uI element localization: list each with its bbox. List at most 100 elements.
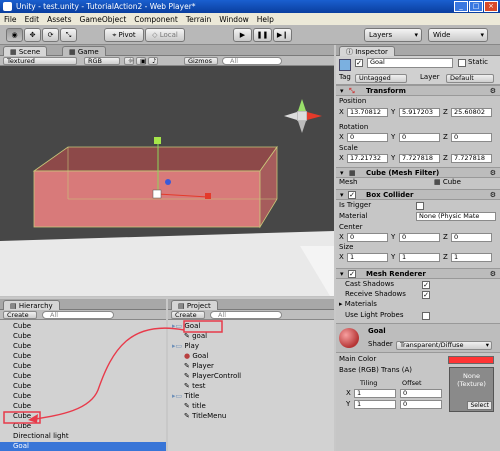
- tab-game[interactable]: ▦ Game: [62, 46, 106, 56]
- menu-terrain[interactable]: Terrain: [182, 15, 215, 24]
- play-button[interactable]: ▶: [233, 28, 252, 42]
- tiling-x-field[interactable]: 1: [354, 389, 396, 398]
- offset-x-field[interactable]: 0: [400, 389, 442, 398]
- gear-icon[interactable]: ⚙: [490, 190, 496, 200]
- menu-help[interactable]: Help: [253, 15, 278, 24]
- shader-dropdown[interactable]: Transparent/Diffuse ▾: [396, 341, 492, 350]
- project-search-input[interactable]: All: [210, 311, 282, 319]
- close-button[interactable]: ×: [484, 1, 498, 12]
- position-y-field[interactable]: 5.917203: [399, 108, 440, 117]
- project-item[interactable]: ✎ Player: [168, 362, 334, 371]
- mesh-renderer-header[interactable]: ▾ ✓ Mesh Renderer ⚙: [336, 268, 500, 279]
- hierarchy-item[interactable]: Cube: [0, 352, 166, 361]
- gizmo-z-handle[interactable]: [165, 179, 171, 185]
- tab-hierarchy[interactable]: ▤ Hierarchy: [3, 300, 60, 310]
- mesh-renderer-enabled-checkbox[interactable]: ✓: [348, 270, 356, 278]
- tab-project[interactable]: ▤ Project: [171, 300, 218, 310]
- hierarchy-item[interactable]: Cube: [0, 372, 166, 381]
- position-z-field[interactable]: 25.60802: [451, 108, 492, 117]
- hierarchy-item[interactable]: Cube: [0, 382, 166, 391]
- step-button[interactable]: ▶❙: [273, 28, 292, 42]
- move-tool-button[interactable]: ✥: [24, 28, 41, 42]
- scene-viewport[interactable]: [0, 66, 334, 296]
- shading-mode-dropdown[interactable]: Textured: [3, 57, 77, 65]
- layout-dropdown[interactable]: Wide ▾: [428, 28, 488, 42]
- gear-icon[interactable]: ⚙: [490, 269, 496, 279]
- object-active-checkbox[interactable]: ✓: [355, 59, 363, 67]
- project-item[interactable]: ✎ PlayerControll: [168, 372, 334, 381]
- gizmo-center-handle[interactable]: [152, 189, 162, 199]
- texture-slot[interactable]: None (Texture) Select: [449, 367, 494, 412]
- local-toggle[interactable]: ◇ Local: [145, 28, 185, 42]
- gear-icon[interactable]: ⚙: [490, 168, 496, 178]
- menu-window[interactable]: Window: [215, 15, 253, 24]
- scale-x-field[interactable]: 17.21732: [347, 154, 388, 163]
- menu-file[interactable]: File: [0, 15, 21, 24]
- hierarchy-item[interactable]: Cube: [0, 332, 166, 341]
- object-name-field[interactable]: Goal: [367, 58, 453, 68]
- hierarchy-create-dropdown[interactable]: Create: [3, 311, 37, 319]
- gear-icon[interactable]: ⚙: [490, 86, 496, 96]
- pause-button[interactable]: ❚❚: [253, 28, 272, 42]
- offset-y-field[interactable]: 0: [400, 400, 442, 409]
- menu-component[interactable]: Component: [130, 15, 182, 24]
- tag-dropdown[interactable]: Untagged: [355, 74, 407, 83]
- pivot-toggle[interactable]: ⌖ Pivot: [104, 28, 144, 42]
- mesh-filter-header[interactable]: ▾ ▦ Cube (Mesh Filter) ⚙: [336, 167, 500, 178]
- center-z-field[interactable]: 0: [451, 233, 492, 242]
- hierarchy-item[interactable]: Cube: [0, 322, 166, 331]
- tab-scene[interactable]: ▦ Scene: [3, 46, 48, 56]
- project-item[interactable]: ▸▭ Goal: [168, 322, 334, 331]
- render-mode-dropdown[interactable]: RGB: [84, 57, 120, 65]
- hierarchy-item[interactable]: Goal: [0, 442, 166, 451]
- cast-shadows-checkbox[interactable]: ✓: [422, 281, 430, 289]
- main-color-swatch[interactable]: [448, 356, 494, 364]
- texture-select-button[interactable]: Select: [467, 401, 492, 410]
- center-y-field[interactable]: 0: [399, 233, 440, 242]
- collider-material-field[interactable]: None (Physic Mate: [416, 212, 496, 221]
- materials-foldout[interactable]: ▸ Materials: [339, 300, 377, 309]
- hierarchy-item[interactable]: Directional light: [0, 432, 166, 441]
- box-collider-enabled-checkbox[interactable]: ✓: [348, 191, 356, 199]
- layer-dropdown[interactable]: Default: [446, 74, 494, 83]
- hierarchy-item[interactable]: Cube: [0, 362, 166, 371]
- maximize-button[interactable]: □: [469, 1, 483, 12]
- menu-assets[interactable]: Assets: [43, 15, 75, 24]
- hierarchy-item[interactable]: Cube: [0, 392, 166, 401]
- hierarchy-item[interactable]: Cube: [0, 342, 166, 351]
- light-probes-checkbox[interactable]: [422, 312, 430, 320]
- is-trigger-checkbox[interactable]: [416, 202, 424, 210]
- project-item[interactable]: ▸▭ Title: [168, 392, 334, 401]
- size-z-field[interactable]: 1: [451, 253, 492, 262]
- scene-lighting-toggle[interactable]: ☼: [124, 57, 134, 65]
- project-item[interactable]: ✎ goal: [168, 332, 334, 341]
- size-y-field[interactable]: 1: [399, 253, 440, 262]
- hand-tool-button[interactable]: ◉: [6, 28, 23, 42]
- hierarchy-item[interactable]: Cube: [0, 412, 166, 421]
- menu-gameobject[interactable]: GameObject: [76, 15, 131, 24]
- center-x-field[interactable]: 0: [347, 233, 388, 242]
- project-create-dropdown[interactable]: Create: [171, 311, 205, 319]
- size-x-field[interactable]: 1: [347, 253, 388, 262]
- goal-box[interactable]: [32, 145, 278, 229]
- project-item[interactable]: ✎ test: [168, 382, 334, 391]
- rotate-tool-button[interactable]: ⟳: [42, 28, 59, 42]
- receive-shadows-checkbox[interactable]: ✓: [422, 291, 430, 299]
- mesh-value[interactable]: ▦ Cube: [434, 178, 461, 187]
- minimize-button[interactable]: _: [454, 1, 468, 12]
- rotation-z-field[interactable]: 0: [451, 133, 492, 142]
- scale-y-field[interactable]: 7.727818: [399, 154, 440, 163]
- menu-edit[interactable]: Edit: [21, 15, 44, 24]
- tiling-y-field[interactable]: 1: [354, 400, 396, 409]
- tab-inspector[interactable]: ⓘ Inspector: [339, 46, 395, 56]
- scene-audio-toggle[interactable]: ♪: [148, 57, 158, 65]
- hierarchy-search-input[interactable]: All: [42, 311, 114, 319]
- static-checkbox[interactable]: [458, 59, 466, 67]
- transform-header[interactable]: ▾ ⤡ Transform ⚙: [336, 85, 500, 96]
- position-x-field[interactable]: 13.70812: [347, 108, 388, 117]
- project-item[interactable]: ▸▭ Play: [168, 342, 334, 351]
- project-item[interactable]: ✎ TitleMenu: [168, 412, 334, 421]
- gizmos-dropdown[interactable]: Gizmos: [184, 57, 218, 65]
- box-collider-header[interactable]: ▾ ✓ Box Collider ⚙: [336, 189, 500, 200]
- scene-search-input[interactable]: All: [222, 57, 282, 65]
